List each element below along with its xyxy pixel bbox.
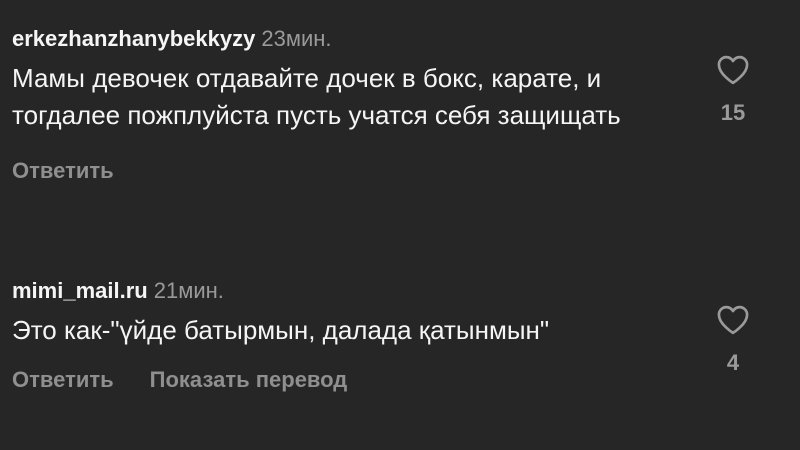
comment-time: 21мин.: [153, 278, 224, 303]
like-count: 4: [726, 350, 740, 375]
like-control: 15: [698, 54, 768, 126]
heart-outline-icon[interactable]: [716, 304, 750, 335]
comment-actions: Ответить: [12, 158, 788, 184]
reply-button[interactable]: Ответить: [12, 158, 114, 183]
comment-item: mimi_mail.ru 21мин. Это как-"үйде батырмы…: [12, 276, 788, 393]
comment-header: erkezhanzhanybekkyzy 23мин.: [12, 24, 788, 54]
comment-username[interactable]: erkezhanzhanybekkyzy: [12, 26, 255, 51]
comment-actions: Ответить Показать перевод: [12, 367, 788, 393]
comment-username[interactable]: mimi_mail.ru: [12, 278, 148, 303]
reply-button[interactable]: Ответить: [12, 367, 114, 392]
comment-text: Мамы девочек отдавайте дочек в бокс, кар…: [12, 63, 621, 130]
heart-outline-icon[interactable]: [716, 54, 750, 85]
comment-text: Это как-"үйде батырмын, далада қатынмын": [12, 315, 550, 345]
comment-time: 23мин.: [261, 26, 332, 51]
comment-header: mimi_mail.ru 21мин.: [12, 276, 788, 306]
like-count: 15: [720, 100, 746, 125]
like-control: 4: [698, 304, 768, 376]
comment-item: erkezhanzhanybekkyzy 23мин. Мамы девочек …: [12, 24, 788, 184]
show-translation-button[interactable]: Показать перевод: [150, 367, 348, 392]
